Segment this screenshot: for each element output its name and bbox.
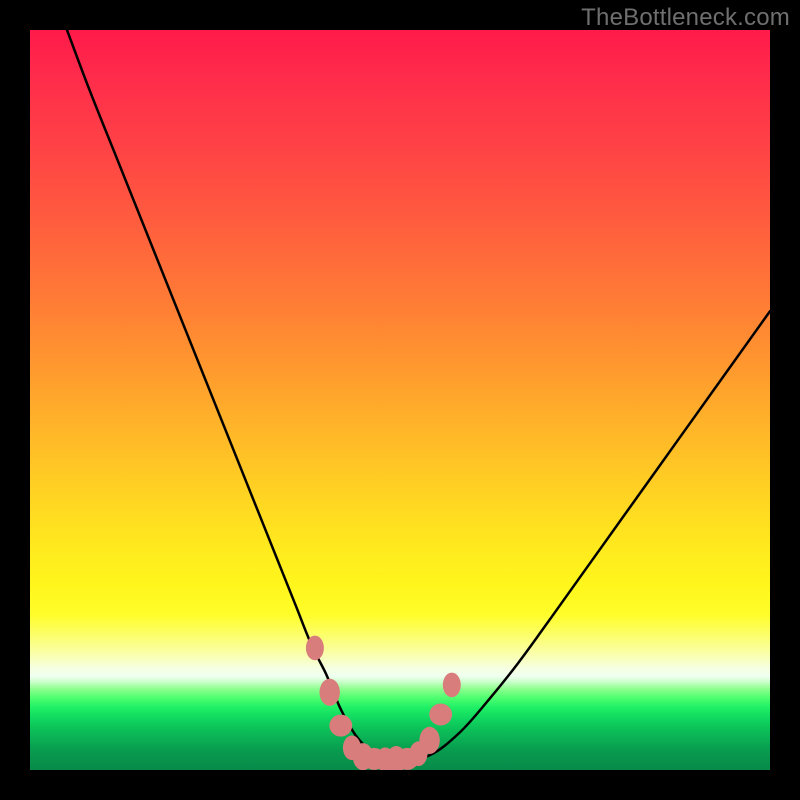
chart-stage: TheBottleneck.com [0, 0, 800, 800]
valley-marker [306, 636, 324, 661]
valley-marker [320, 679, 340, 706]
watermark-text: TheBottleneck.com [581, 4, 790, 32]
plot-area [30, 30, 770, 770]
valley-marker [419, 727, 439, 754]
chart-overlay-svg [30, 30, 770, 770]
bottleneck-curve [67, 30, 770, 761]
valley-marker [329, 715, 352, 737]
valley-marker [429, 704, 452, 726]
valley-marker [443, 673, 461, 698]
